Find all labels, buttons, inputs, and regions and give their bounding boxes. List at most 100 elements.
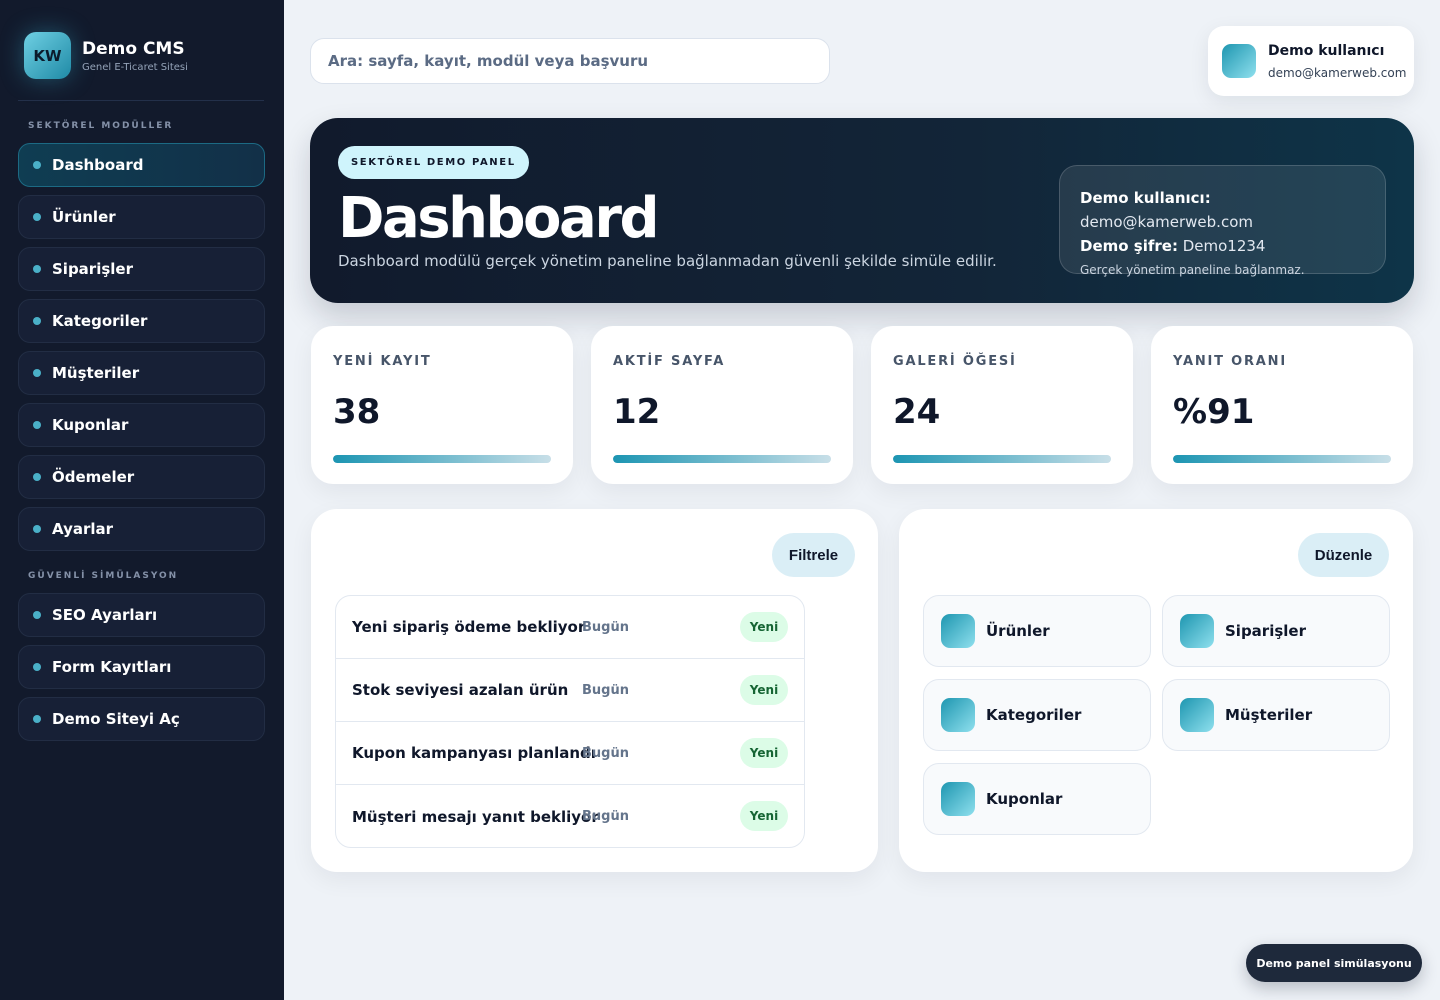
stat-value: 24 <box>893 392 941 432</box>
sidebar-item-label: SEO Ayarları <box>52 606 158 624</box>
status-badge: Yeni <box>740 675 788 705</box>
sidebar-item-label: Ödemeler <box>52 468 135 486</box>
dot-icon <box>33 369 41 377</box>
stat-progress-fill <box>1173 455 1391 463</box>
sidebar-item-label: Dashboard <box>52 156 144 174</box>
status-badge: Yeni <box>740 801 788 831</box>
dot-icon <box>33 265 41 273</box>
list-item[interactable]: Kupon kampanyası planlandı Bugün Yeni <box>336 722 804 785</box>
module-icon <box>941 614 975 648</box>
brand[interactable]: KW Demo CMS Genel E-Ticaret Sitesi <box>24 32 188 79</box>
module-tile-coupons[interactable]: Kuponlar <box>923 763 1151 835</box>
activity-panel: Filtrele Yeni sipariş ödeme bekliyor Bug… <box>311 509 878 872</box>
demo-user-line: Demo kullanıcı: demo@kamerweb.com <box>1080 186 1385 234</box>
edit-button[interactable]: Düzenle <box>1298 533 1389 577</box>
dot-icon <box>33 421 41 429</box>
list-item[interactable]: Müşteri mesajı yanıt bekliyor Bugün Yeni <box>336 785 804 847</box>
sidebar-item-label: Müşteriler <box>52 364 140 382</box>
stat-label: YENİ KAYIT <box>333 354 432 369</box>
stat-value: %91 <box>1173 392 1255 432</box>
dot-icon <box>33 525 41 533</box>
dot-icon <box>33 663 41 671</box>
module-icon <box>941 698 975 732</box>
sidebar-item-products[interactable]: Ürünler <box>18 195 265 239</box>
sidebar-item-label: Kuponlar <box>52 416 129 434</box>
sidebar-item-coupons[interactable]: Kuponlar <box>18 403 265 447</box>
module-icon <box>941 782 975 816</box>
module-label: Kuponlar <box>986 790 1063 808</box>
sidebar-item-orders[interactable]: Siparişler <box>18 247 265 291</box>
status-badge: Yeni <box>740 612 788 642</box>
demo-password-label: Demo şifre: <box>1080 237 1178 255</box>
module-tile-categories[interactable]: Kategoriler <box>923 679 1151 751</box>
sidebar-item-form-records[interactable]: Form Kayıtları <box>18 645 265 689</box>
sidebar-item-categories[interactable]: Kategoriler <box>18 299 265 343</box>
filter-button[interactable]: Filtrele <box>772 533 855 577</box>
hero-banner: SEKTÖREL DEMO PANEL Dashboard Dashboard … <box>310 118 1414 303</box>
activity-date: Bugün <box>582 745 629 761</box>
sidebar-item-label: Demo Siteyi Aç <box>52 710 180 728</box>
stat-label: AKTİF SAYFA <box>613 354 726 369</box>
module-label: Siparişler <box>1225 622 1306 640</box>
status-badge: Yeni <box>740 738 788 768</box>
sidebar-item-label: Ürünler <box>52 208 116 226</box>
sidebar-item-label: Siparişler <box>52 260 133 278</box>
stat-label: YANIT ORANI <box>1173 354 1287 369</box>
stat-card-new-records: YENİ KAYIT 38 <box>311 326 573 484</box>
sidebar-item-customers[interactable]: Müşteriler <box>18 351 265 395</box>
stat-card-response-rate: YANIT ORANI %91 <box>1151 326 1413 484</box>
stat-value: 12 <box>613 392 661 432</box>
sidebar-item-dashboard[interactable]: Dashboard <box>18 143 265 187</box>
module-tile-products[interactable]: Ürünler <box>923 595 1151 667</box>
stat-progress-bar <box>1173 455 1391 463</box>
user-name: Demo kullanıcı <box>1268 42 1385 59</box>
sidebar-item-label: Form Kayıtları <box>52 658 172 676</box>
demo-password-line: Demo şifre: Demo1234 <box>1080 234 1385 258</box>
demo-note: Gerçek yönetim paneline bağlanmaz. <box>1080 263 1305 277</box>
dot-icon <box>33 611 41 619</box>
hero-pill: SEKTÖREL DEMO PANEL <box>338 146 529 179</box>
sidebar-item-payments[interactable]: Ödemeler <box>18 455 265 499</box>
stat-progress-bar <box>893 455 1111 463</box>
module-tile-orders[interactable]: Siparişler <box>1162 595 1390 667</box>
dot-icon <box>33 317 41 325</box>
module-icon <box>1180 614 1214 648</box>
module-label: Ürünler <box>986 622 1050 640</box>
dot-icon <box>33 213 41 221</box>
sidebar-item-seo-settings[interactable]: SEO Ayarları <box>18 593 265 637</box>
sidebar-section-title: SEKTÖREL MODÜLLER <box>28 121 174 131</box>
activity-date: Bugün <box>582 809 629 824</box>
sidebar: KW Demo CMS Genel E-Ticaret Sitesi SEKTÖ… <box>0 0 284 1000</box>
module-tile-customers[interactable]: Müşteriler <box>1162 679 1390 751</box>
sidebar-item-open-demo-site[interactable]: Demo Siteyi Aç <box>18 697 265 741</box>
stat-progress-fill <box>333 455 551 463</box>
module-label: Müşteriler <box>1225 706 1313 724</box>
sidebar-divider <box>18 100 264 101</box>
dot-icon <box>33 161 41 169</box>
user-card[interactable]: Demo kullanıcı demo@kamerweb.com <box>1208 26 1414 96</box>
sidebar-section-title: GÜVENLİ SİMÜLASYON <box>28 571 179 581</box>
stat-progress-bar <box>333 455 551 463</box>
stat-card-gallery-items: GALERİ ÖĞESİ 24 <box>871 326 1133 484</box>
activity-title: Stok seviyesi azalan ürün <box>352 681 569 699</box>
sidebar-item-label: Kategoriler <box>52 312 148 330</box>
list-item[interactable]: Yeni sipariş ödeme bekliyor Bugün Yeni <box>336 596 804 659</box>
activity-title: Kupon kampanyası planlandı <box>352 744 596 762</box>
list-item[interactable]: Stok seviyesi azalan ürün Bugün Yeni <box>336 659 804 722</box>
activity-date: Bugün <box>582 619 629 635</box>
brand-logo: KW <box>24 32 71 79</box>
module-icon <box>1180 698 1214 732</box>
activity-title: Müşteri mesajı yanıt bekliyor <box>352 807 599 826</box>
modules-panel: Düzenle Ürünler Siparişler Kategoriler M… <box>899 509 1413 872</box>
stat-progress-fill <box>613 455 831 463</box>
stat-progress-bar <box>613 455 831 463</box>
search-input[interactable]: Ara: sayfa, kayıt, modül veya başvuru <box>310 38 830 84</box>
hero-description: Dashboard modülü gerçek yönetim paneline… <box>338 252 997 270</box>
simulation-badge: Demo panel simülasyonu <box>1246 944 1422 982</box>
sidebar-item-label: Ayarlar <box>52 520 114 538</box>
search-placeholder: Ara: sayfa, kayıt, modül veya başvuru <box>328 52 649 70</box>
sidebar-item-settings[interactable]: Ayarlar <box>18 507 265 551</box>
stat-label: GALERİ ÖĞESİ <box>893 354 1017 369</box>
dot-icon <box>33 473 41 481</box>
module-label: Kategoriler <box>986 706 1082 724</box>
